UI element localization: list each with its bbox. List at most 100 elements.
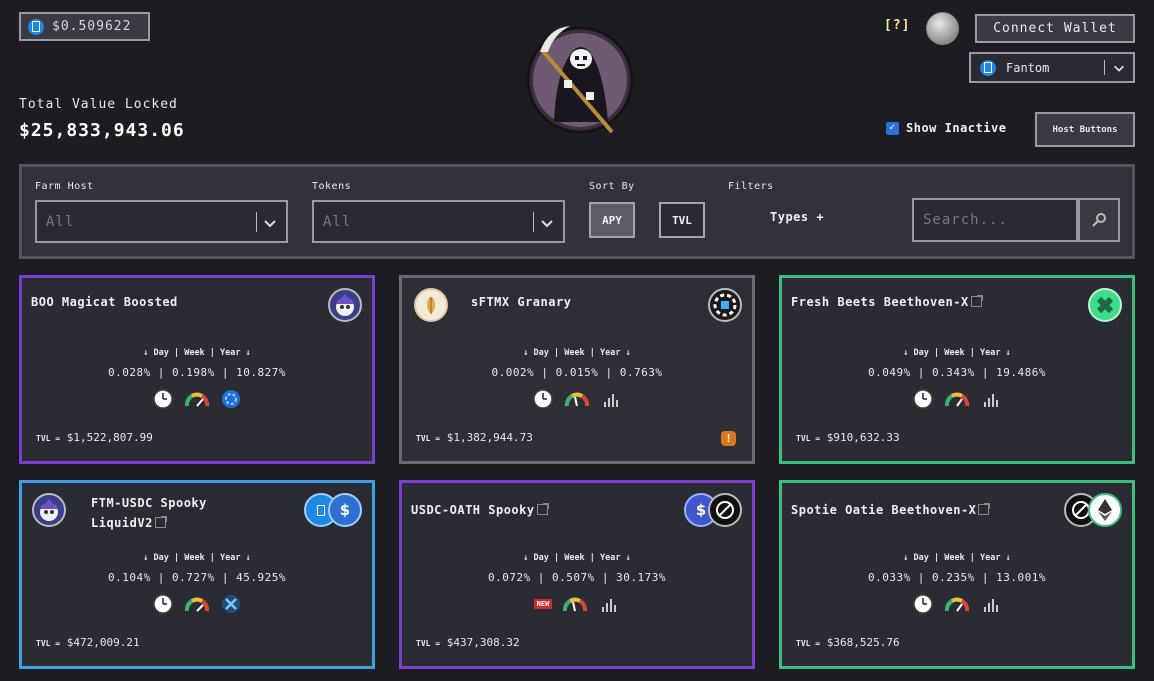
farm-title-text: Spotie Oatie Beethoven-X [791, 503, 977, 517]
search-icon [1092, 213, 1106, 227]
risk-gauge-icon [184, 392, 210, 407]
tvl-prefix: TVL = [796, 434, 821, 443]
farm-host-value: All [46, 213, 75, 230]
farm-card[interactable]: Spotie Oatie Beethoven-X ↓ Day | Week | … [779, 480, 1135, 669]
cross-chain-icon [222, 595, 240, 613]
clock-icon [913, 594, 933, 614]
farm-host-label: Farm Host [35, 181, 94, 192]
fantom-icon [980, 59, 996, 76]
farm-host-select[interactable]: All [35, 200, 288, 243]
select-divider [256, 212, 257, 232]
external-link-icon[interactable] [978, 503, 991, 515]
external-link-icon[interactable] [536, 503, 549, 515]
farm-card[interactable]: Fresh Beets Beethoven-X ↓ Day | Week | Y… [779, 275, 1135, 464]
bar-chart-icon [984, 394, 998, 407]
tvl-value: $910,632.33 [826, 431, 900, 444]
farm-card[interactable]: FTM-USDC Spooky LiquidV2 $ ↓ Day | Week |… [19, 480, 375, 669]
filters-label: Filters [728, 181, 774, 192]
host-buttons-button[interactable]: Host Buttons [1035, 112, 1135, 147]
farm-card[interactable]: BOO Magicat Boosted ↓ Day | Week | Year … [19, 275, 375, 464]
risk-gauge-icon [944, 392, 970, 407]
apy-rates: 0.072% | 0.507% | 30.173% [487, 571, 667, 584]
farm-title-line1: FTM-USDC Spooky [91, 496, 207, 510]
tokens-value: All [323, 213, 352, 230]
tvl-prefix: TVL = [416, 639, 441, 648]
chevron-down-icon [1114, 65, 1124, 72]
farm-title: sFTMX Granary [471, 295, 572, 309]
tvl-prefix: TVL = [796, 639, 821, 648]
farm-title: Spotie Oatie Beethoven-X [791, 500, 991, 520]
farm-card[interactable]: sFTMX Granary ↓ Day | Week | Year ↓ 0.00… [399, 275, 755, 464]
farm-title: BOO Magicat Boosted [31, 295, 178, 309]
fantom-icon [28, 18, 44, 35]
farm-title-text: USDC-OATH Spooky [411, 503, 535, 517]
apy-rates: 0.049% | 0.343% | 19.486% [867, 366, 1047, 379]
tvl-row: TVL = $472,009.21 [36, 636, 140, 649]
sort-apy-button[interactable]: APY [589, 202, 635, 238]
filter-bar: Farm Host All Tokens All Sort By APY TVL… [19, 164, 1135, 259]
chain-select[interactable]: Fantom [969, 52, 1135, 83]
farm-title: USDC-OATH Spooky [411, 500, 549, 520]
usdc-token-icon: $ [328, 493, 362, 527]
connect-wallet-button[interactable]: Connect Wallet [975, 14, 1135, 43]
sort-tvl-button[interactable]: TVL [659, 202, 705, 238]
grim-reaper-logo [526, 26, 634, 134]
total-value-locked-label: Total Value Locked [19, 97, 178, 112]
help-link[interactable]: [?] [884, 18, 910, 33]
search-button[interactable] [1078, 198, 1120, 242]
beets-token-icon [1088, 288, 1122, 322]
eth-token-icon [1088, 493, 1122, 527]
select-divider [1104, 60, 1105, 75]
sftmx-token-icon [708, 288, 742, 322]
risk-gauge-icon [184, 597, 210, 612]
farm-card[interactable]: USDC-OATH Spooky $ ↓ Day | Week | Year ↓… [399, 480, 755, 669]
tvl-row: TVL = $368,525.76 [796, 636, 900, 649]
clock-icon [913, 389, 933, 409]
show-inactive-toggle[interactable]: ✓ Show Inactive [886, 121, 1006, 135]
risk-gauge-icon [563, 597, 588, 612]
external-link-icon[interactable] [970, 295, 983, 307]
tvl-row: TVL = $437,308.32 [416, 636, 520, 649]
tvl-row: TVL = $1,382,944.73 [416, 431, 533, 444]
tvl-value: $1,382,944.73 [446, 431, 533, 444]
tokens-label: Tokens [312, 181, 352, 192]
show-inactive-label: Show Inactive [906, 121, 1007, 135]
tvl-value: $1,522,807.99 [66, 431, 153, 444]
external-link-icon[interactable] [154, 516, 167, 528]
chevron-down-icon [541, 220, 553, 228]
clock-icon [153, 594, 173, 614]
apy-periods: ↓ Day | Week | Year ↓ [523, 348, 631, 358]
tvl-value: $472,009.21 [66, 636, 140, 649]
tvl-prefix: TVL = [36, 434, 61, 443]
clock-icon [533, 389, 553, 409]
chain-select-value: Fantom [1006, 60, 1050, 75]
chevron-down-icon [264, 220, 276, 228]
tvl-value: $368,525.76 [826, 636, 900, 649]
apy-rates: 0.002% | 0.015% | 0.763% [491, 366, 663, 379]
avatar[interactable] [926, 12, 959, 45]
oath-token-icon [708, 493, 742, 527]
apy-periods: ↓ Day | Week | Year ↓ [523, 553, 631, 563]
tvl-prefix: TVL = [416, 434, 441, 443]
total-value-locked-value: $25,833,943.06 [19, 120, 185, 141]
risk-gauge-icon [564, 392, 590, 407]
tokens-select[interactable]: All [312, 200, 565, 243]
farm-title: FTM-USDC Spooky LiquidV2 [91, 493, 207, 533]
tvl-row: TVL = $1,522,807.99 [36, 431, 153, 444]
show-inactive-checkbox[interactable]: ✓ [886, 121, 899, 135]
apy-periods: ↓ Day | Week | Year ↓ [143, 553, 251, 563]
search-input[interactable] [912, 198, 1078, 242]
apy-rates: 0.033% | 0.235% | 13.001% [867, 571, 1047, 584]
granary-icon [414, 288, 448, 322]
price-chip[interactable]: $0.509622 [19, 12, 150, 41]
types-filter-button[interactable]: Types + [770, 210, 824, 224]
magicat-token-icon [328, 288, 362, 322]
tvl-row: TVL = $910,632.33 [796, 431, 900, 444]
warning-icon[interactable]: ! [721, 431, 736, 446]
new-badge: NEW [533, 599, 553, 609]
spooky-host-icon [32, 493, 66, 527]
apy-periods: ↓ Day | Week | Year ↓ [903, 348, 1011, 358]
tvl-value: $437,308.32 [446, 636, 520, 649]
token-price: $0.509622 [52, 19, 132, 34]
apy-periods: ↓ Day | Week | Year ↓ [903, 553, 1011, 563]
